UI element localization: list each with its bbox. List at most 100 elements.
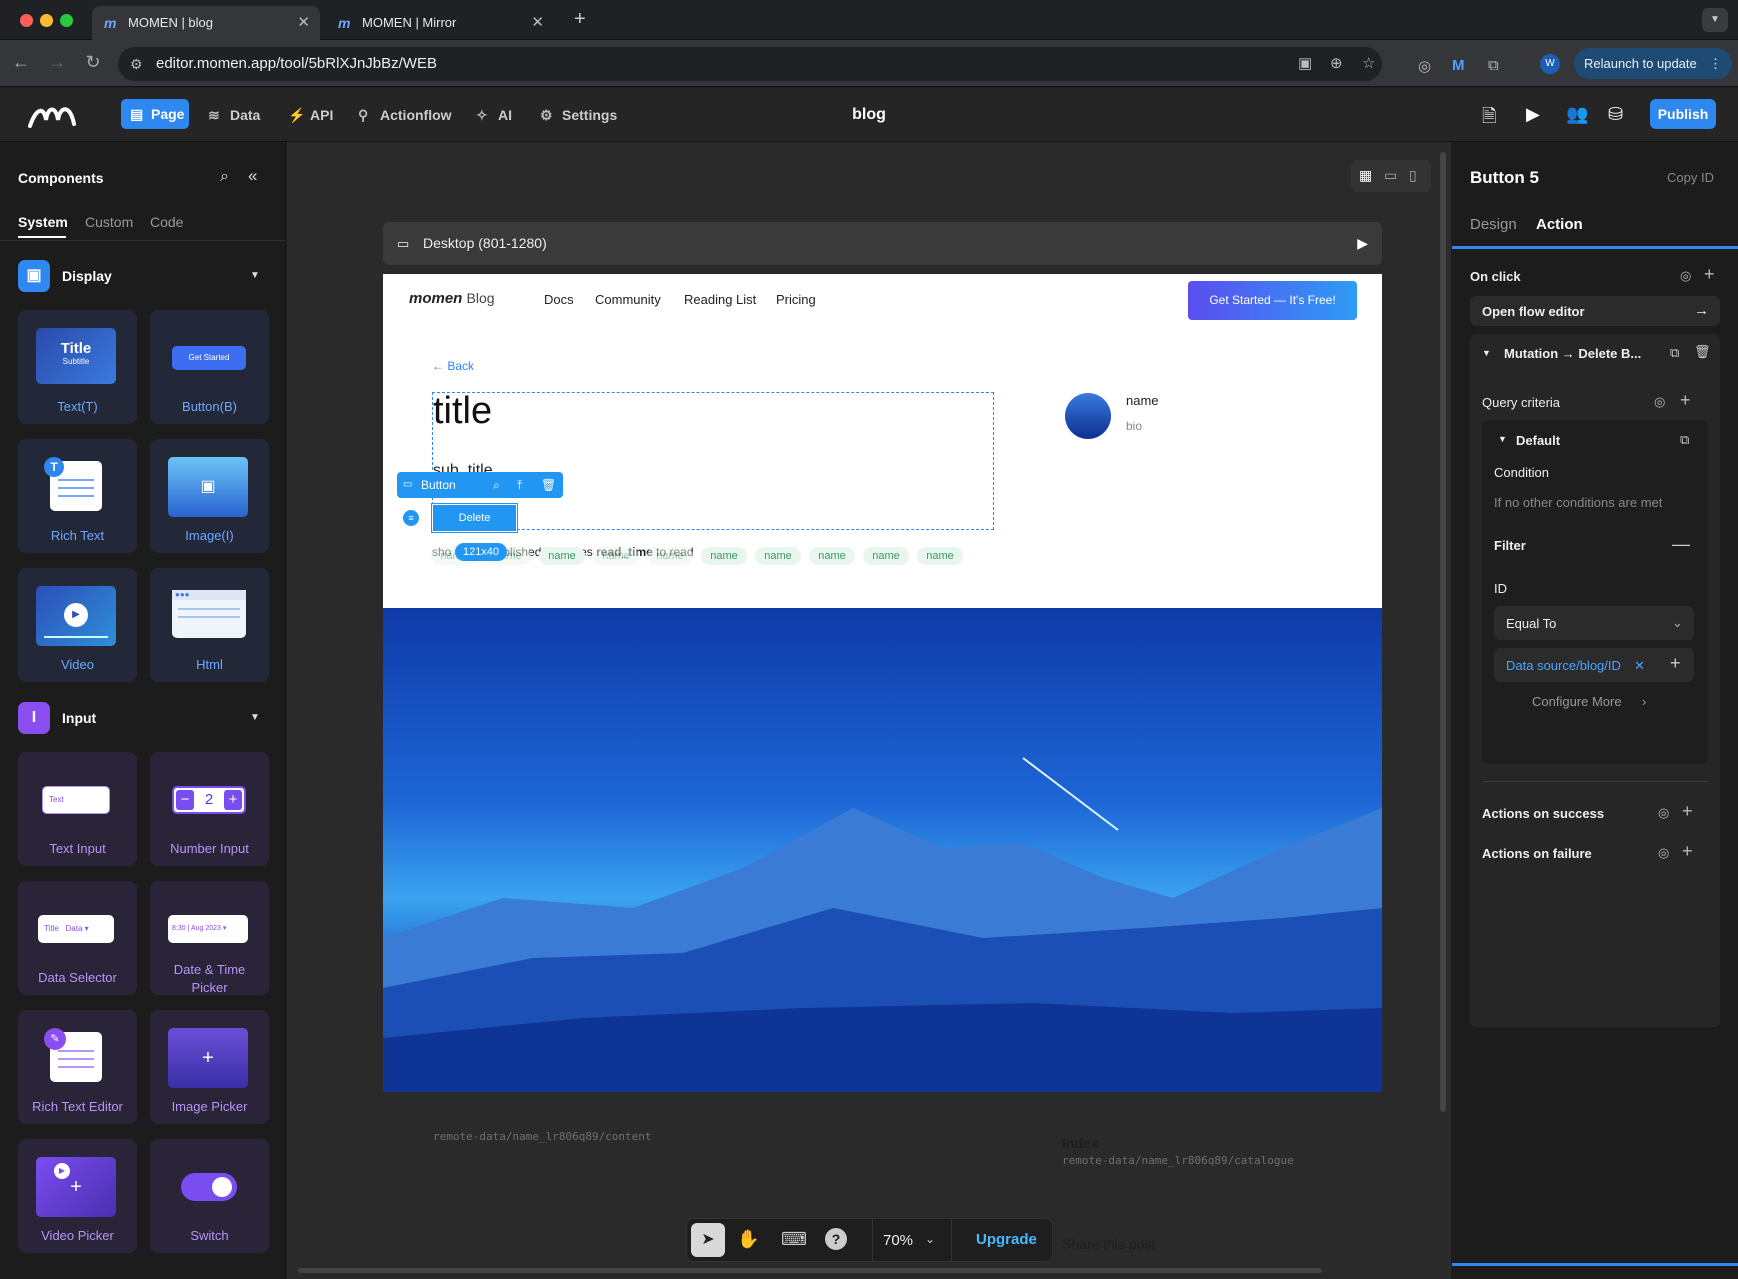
menu-api-button[interactable]: ⚡ API	[288, 101, 333, 129]
nav-pricing[interactable]: Pricing	[776, 292, 816, 307]
address-bar[interactable]: ⚙ editor.momen.app/tool/5bRlXJnJbBz/WEB …	[118, 47, 1382, 81]
site-info-icon[interactable]: ⚙	[130, 47, 143, 81]
browser-tab-mirror[interactable]: m MOMEN | Mirror ✕	[326, 6, 554, 40]
collapse-panel-icon[interactable]: «	[248, 166, 257, 186]
new-tab-button[interactable]: +	[574, 8, 586, 31]
search-icon[interactable]: ⌕	[220, 168, 229, 186]
extensions-puzzle-icon[interactable]: ⧉	[1488, 57, 1499, 74]
page-settings-icon[interactable]: 🗎	[1482, 104, 1496, 134]
play-preview-icon[interactable]: ▶	[1357, 222, 1368, 265]
component-text[interactable]: Title Subtitle Text(T)	[18, 310, 137, 424]
browser-tab-blog[interactable]: m MOMEN | blog ✕	[92, 6, 320, 40]
variable-icon[interactable]: ◎	[1658, 845, 1669, 861]
zoom-icon[interactable]: ⊕	[1330, 47, 1343, 81]
momen-logo-icon[interactable]	[26, 100, 80, 130]
collapse-minus-icon[interactable]: —	[1672, 534, 1690, 555]
chevron-down-icon[interactable]: ▼	[250, 260, 260, 292]
chevron-down-icon[interactable]: ⌄	[925, 1232, 935, 1246]
profile-avatar[interactable]: W	[1540, 54, 1560, 74]
delete-trash-icon[interactable]: 🗑	[541, 472, 556, 498]
desktop-view-icon[interactable]: ▭	[1384, 167, 1397, 184]
menu-settings-button[interactable]: ⚙ Settings	[540, 101, 617, 129]
operator-select[interactable]: Equal To ⌄	[1494, 606, 1694, 640]
upgrade-link[interactable]: Upgrade	[976, 1231, 1037, 1248]
tab-design[interactable]: Design	[1470, 216, 1517, 233]
grid-view-icon[interactable]: ▦	[1359, 167, 1372, 184]
close-tab-icon[interactable]: ✕	[297, 6, 310, 40]
trash-icon[interactable]: 🗑	[1694, 344, 1711, 360]
add-icon[interactable]: +	[1682, 841, 1693, 862]
section-display[interactable]: ▣ Display ▼	[18, 260, 260, 292]
add-icon[interactable]: +	[1682, 801, 1693, 822]
tab-action[interactable]: Action	[1536, 216, 1583, 233]
component-text-input[interactable]: Text Text Input	[18, 752, 137, 866]
close-tab-icon[interactable]: ✕	[531, 6, 544, 40]
tab-custom[interactable]: Custom	[85, 214, 133, 230]
vertical-scrollbar[interactable]	[1440, 152, 1446, 1112]
component-image[interactable]: ▣ Image(I)	[150, 439, 269, 553]
back-link[interactable]: ← Back	[432, 359, 474, 373]
component-image-picker[interactable]: + Image Picker	[150, 1010, 269, 1124]
hand-pan-icon[interactable]: ✋	[737, 1229, 759, 1250]
add-icon[interactable]: +	[1680, 390, 1691, 411]
menu-data-button[interactable]: ≋ Data	[208, 101, 260, 129]
maximize-window-button[interactable]	[60, 14, 73, 27]
close-window-button[interactable]	[20, 14, 33, 27]
move-up-icon[interactable]: ⤒	[517, 472, 522, 498]
tag-chip[interactable]: name	[863, 547, 909, 565]
component-rich-text-editor[interactable]: ✎ Rich Text Editor	[18, 1010, 137, 1124]
preview-play-icon[interactable]: ▶	[1526, 104, 1540, 125]
delete-button[interactable]: Delete	[431, 503, 518, 533]
tag-chip[interactable]: name	[701, 547, 747, 565]
menu-page-button[interactable]: ▤ Page	[121, 99, 189, 129]
open-flow-editor-button[interactable]: Open flow editor →	[1470, 296, 1720, 326]
menu-ai-button[interactable]: ✧ AI	[476, 101, 512, 129]
variable-icon[interactable]: ◎	[1680, 268, 1691, 284]
copy-id-button[interactable]: Copy ID	[1667, 170, 1714, 185]
reload-icon[interactable]: ↻	[82, 52, 104, 73]
variable-icon[interactable]: ◎	[1658, 805, 1669, 821]
component-rich-text[interactable]: T Rich Text	[18, 439, 137, 553]
clipboard-icon[interactable]: ▣	[1298, 47, 1312, 81]
tag-chip[interactable]: name	[755, 547, 801, 565]
tab-search-chevron-icon[interactable]: ▼	[1702, 8, 1728, 32]
horizontal-scrollbar[interactable]	[298, 1268, 1322, 1273]
clear-x-icon[interactable]: ✕	[1634, 658, 1645, 674]
tab-system[interactable]: System	[18, 214, 68, 230]
bookmark-star-icon[interactable]: ☆	[1362, 47, 1375, 81]
section-input[interactable]: I Input ▼	[18, 702, 260, 734]
select-cursor-icon[interactable]: ➤	[691, 1223, 725, 1257]
help-icon[interactable]: ?	[825, 1228, 847, 1250]
tag-chip[interactable]: name	[809, 547, 855, 565]
tab-code[interactable]: Code	[150, 214, 183, 230]
caret-down-icon[interactable]: ▼	[1482, 348, 1491, 358]
keyboard-icon[interactable]: ⌨	[781, 1229, 807, 1250]
configure-more-link[interactable]: Configure More	[1532, 694, 1622, 709]
select-parent-icon[interactable]: ⌕	[493, 472, 500, 498]
component-video[interactable]: ▶ Video	[18, 568, 137, 682]
nav-reading-list[interactable]: Reading List	[684, 292, 756, 307]
component-number-input[interactable]: − 2 + Number Input	[150, 752, 269, 866]
nav-docs[interactable]: Docs	[544, 292, 574, 307]
more-vertical-icon[interactable]: ⋮	[1709, 48, 1722, 79]
tag-chip[interactable]: name	[593, 547, 639, 565]
add-icon[interactable]: +	[1670, 653, 1681, 674]
publish-button[interactable]: Publish	[1650, 99, 1716, 129]
duplicate-icon[interactable]: ⧉	[1670, 345, 1679, 361]
variable-icon[interactable]: ◎	[1654, 394, 1665, 410]
tag-chip[interactable]: name	[917, 547, 963, 565]
component-date-time-picker[interactable]: 8:30 | Aug 2023 ▾ Date & Time Picker	[150, 881, 269, 995]
chevron-down-icon[interactable]: ▼	[250, 702, 260, 734]
component-video-picker[interactable]: + ▶ Video Picker	[18, 1139, 137, 1253]
component-html[interactable]: ●●● Html	[150, 568, 269, 682]
copy-icon[interactable]: ⧉	[1680, 432, 1689, 448]
database-status-icon[interactable]: ⛁	[1608, 104, 1623, 125]
blog-logo[interactable]: momen Blog	[409, 290, 495, 307]
zoom-level[interactable]: 70%	[883, 1232, 913, 1249]
back-arrow-icon[interactable]: ←	[10, 52, 32, 73]
tag-chip[interactable]: name	[539, 547, 585, 565]
cta-get-started-button[interactable]: Get Started — It's Free!	[1188, 281, 1357, 320]
forward-arrow-icon[interactable]: →	[46, 52, 68, 73]
page-preview[interactable]: momen Blog Docs Community Reading List P…	[383, 274, 1382, 1092]
caret-down-icon[interactable]: ▼	[1498, 434, 1507, 444]
